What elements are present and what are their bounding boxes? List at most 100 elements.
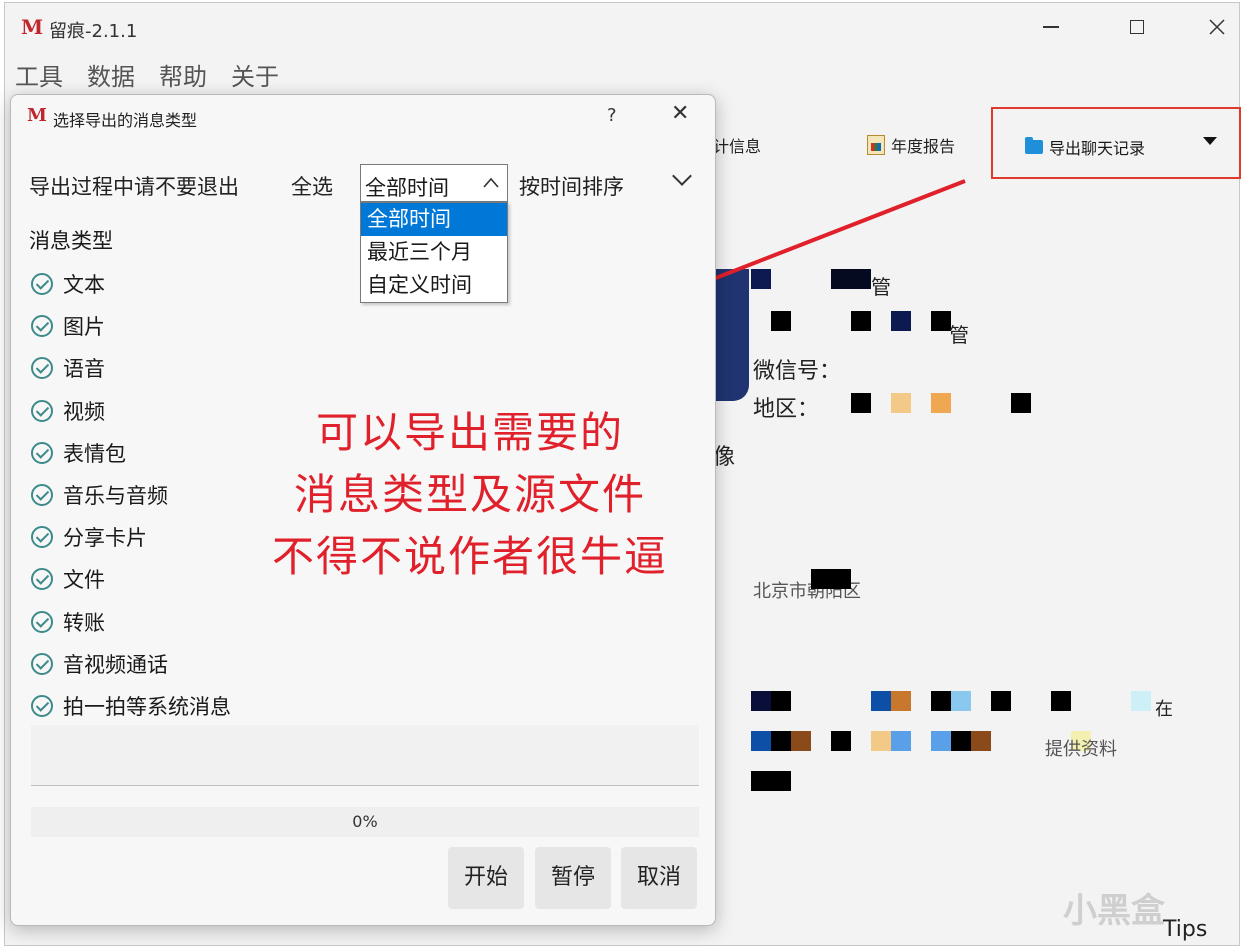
message-type-label: 视频 — [63, 399, 105, 424]
message-type-label: 音乐与音频 — [63, 484, 168, 509]
chevron-up-icon — [483, 177, 499, 188]
check-icon — [31, 484, 53, 507]
mosaic-block — [751, 771, 791, 791]
region-label: 地区： — [753, 397, 820, 422]
menu-about[interactable]: 关于 — [231, 57, 279, 92]
mosaic-block — [891, 393, 911, 413]
dialog-logo-icon: M — [27, 105, 47, 126]
start-button[interactable]: 开始 — [448, 847, 524, 909]
tips-label[interactable]: Tips — [1163, 917, 1207, 942]
time-option[interactable]: 全部时间 — [361, 203, 507, 236]
message-type-checkbox[interactable]: 转账 — [31, 601, 231, 643]
mosaic-block — [751, 691, 771, 711]
log-output-area — [31, 725, 699, 786]
sort-select[interactable]: 按时间排序 — [519, 171, 624, 201]
export-chat-button[interactable]: 导出聊天记录 — [991, 107, 1241, 179]
check-icon — [31, 568, 53, 591]
mosaic-block — [1011, 393, 1031, 413]
check-icon — [31, 399, 53, 422]
check-icon — [31, 357, 53, 380]
mosaic-block — [1051, 691, 1071, 711]
time-range-value: 全部时间 — [365, 176, 449, 200]
mosaic-block — [871, 691, 891, 711]
message-type-checkbox[interactable]: 图片 — [31, 305, 231, 347]
message-type-checkbox[interactable]: 语音 — [31, 347, 231, 389]
message-type-label: 文件 — [63, 568, 105, 593]
time-option[interactable]: 最近三个月 — [361, 236, 507, 269]
time-range-dropdown: 全部时间 最近三个月 自定义时间 — [360, 202, 508, 303]
message-type-checkbox[interactable]: 视频 — [31, 390, 231, 432]
message-type-label: 分享卡片 — [63, 526, 147, 551]
message-type-label: 转账 — [63, 610, 105, 635]
check-icon — [31, 610, 53, 633]
dropdown-caret-icon[interactable] — [1203, 137, 1217, 145]
mosaic-block — [891, 691, 911, 711]
message-type-checkbox[interactable]: 分享卡片 — [31, 516, 231, 558]
mosaic-block — [751, 731, 771, 751]
folder-icon — [1025, 137, 1043, 154]
mosaic-block — [851, 393, 871, 413]
report-icon — [867, 135, 885, 155]
message-type-checkbox[interactable]: 表情包 — [31, 432, 231, 474]
message-type-checkbox[interactable]: 音乐与音频 — [31, 474, 231, 516]
message-type-label: 语音 — [63, 357, 105, 382]
menu-data[interactable]: 数据 — [87, 57, 135, 92]
mosaic-block — [771, 691, 791, 711]
check-icon — [31, 526, 53, 549]
mosaic-block — [831, 731, 851, 751]
check-icon — [31, 652, 53, 675]
maximize-icon — [1130, 20, 1144, 34]
watermark-logo: 小黑盒 — [1063, 891, 1165, 931]
select-all-button[interactable]: 全选 — [291, 171, 333, 201]
mosaic-block — [991, 691, 1011, 711]
pause-button[interactable]: 暂停 — [535, 847, 611, 909]
menu-tools[interactable]: 工具 — [15, 57, 63, 92]
mosaic-block — [931, 731, 951, 751]
app-title: 留痕-2.1.1 — [49, 21, 138, 42]
annual-report-label: 年度报告 — [891, 137, 956, 156]
info-tool[interactable]: 计信息 — [713, 133, 761, 157]
mosaic-block — [891, 731, 911, 751]
message-type-checkbox[interactable]: 文本 — [31, 263, 231, 305]
annotation-line: 不得不说作者很牛逼 — [271, 532, 668, 581]
time-option[interactable]: 自定义时间 — [361, 269, 507, 302]
message-type-checkbox[interactable]: 音视频通话 — [31, 643, 231, 685]
mosaic-block — [971, 731, 991, 751]
minimize-icon — [1043, 26, 1059, 28]
menu-bar: 工具 数据 帮助 关于 — [15, 57, 279, 92]
mosaic-block — [771, 731, 791, 751]
message-type-checkbox[interactable]: 文件 — [31, 558, 231, 600]
dialog-title: 选择导出的消息类型 — [53, 111, 198, 130]
check-icon — [31, 315, 53, 338]
message-type-label: 表情包 — [63, 441, 126, 466]
annotation-line: 可以导出需要的 — [315, 408, 624, 457]
export-progress-bar: 0% — [31, 807, 699, 837]
check-icon — [31, 441, 53, 464]
mosaic-block — [951, 731, 971, 751]
chevron-down-icon[interactable] — [672, 166, 692, 186]
wechat-id-label: 微信号： — [753, 359, 842, 384]
minimize-button[interactable] — [1031, 11, 1071, 43]
progress-percent: 0% — [352, 812, 378, 831]
window-close-button[interactable] — [1197, 11, 1237, 43]
check-icon — [31, 694, 53, 717]
message-type-label: 图片 — [63, 315, 105, 340]
message-type-label: 文本 — [63, 273, 105, 298]
message-type-label: 音视频通话 — [63, 652, 168, 677]
mosaic-block — [951, 691, 971, 711]
profile-partial-text: 在 — [1155, 699, 1173, 720]
profile-partial-text: 像 — [713, 445, 736, 470]
annual-report-button[interactable]: 年度报告 — [867, 133, 955, 157]
maximize-button[interactable] — [1117, 11, 1157, 43]
dialog-close-button[interactable]: ✕ — [671, 101, 689, 126]
profile-partial-text: 提供资料 — [1045, 739, 1117, 760]
cancel-button[interactable]: 取消 — [621, 847, 697, 909]
time-range-select[interactable]: 全部时间 — [360, 164, 508, 202]
close-icon — [1209, 19, 1225, 35]
annotation-line: 消息类型及源文件 — [293, 470, 646, 519]
message-type-checkbox[interactable]: 拍一拍等系统消息 — [31, 685, 231, 727]
message-type-heading: 消息类型 — [29, 229, 113, 253]
menu-help[interactable]: 帮助 — [159, 57, 207, 92]
help-button[interactable]: ? — [607, 105, 617, 126]
mosaic-block — [871, 731, 891, 751]
